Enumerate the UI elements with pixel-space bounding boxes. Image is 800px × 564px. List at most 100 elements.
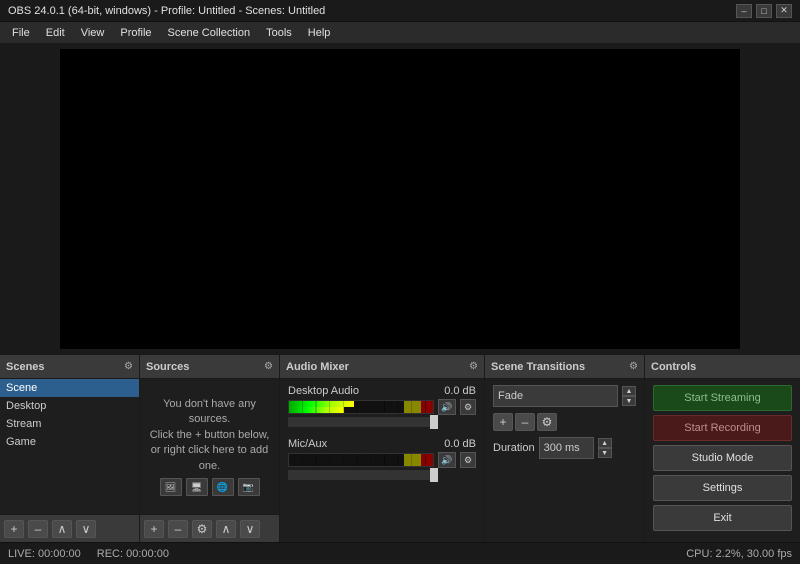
duration-spin-up[interactable]: ▲ bbox=[598, 438, 612, 448]
sources-down-button[interactable]: ∨ bbox=[240, 520, 260, 538]
sources-empty-area[interactable]: You don't have any sources. Click the + … bbox=[140, 379, 279, 514]
start-recording-button[interactable]: Start Recording bbox=[653, 415, 792, 441]
bottom-panels: Scenes ⚙ SceneDesktopStreamGame + – ∧ ∨ … bbox=[0, 354, 800, 564]
duration-spin-down[interactable]: ▼ bbox=[598, 448, 612, 458]
source-browser-icon[interactable]: 🌐 bbox=[212, 478, 234, 496]
audio-channel-mic-header: Mic/Aux 0.0 dB bbox=[288, 438, 476, 450]
live-timer: LIVE: 00:00:00 bbox=[8, 548, 81, 560]
preview-area bbox=[0, 44, 800, 354]
desktop-mute-button[interactable]: 🔊 bbox=[438, 399, 456, 415]
sources-remove-button[interactable]: – bbox=[168, 520, 188, 538]
mic-mute-button[interactable]: 🔊 bbox=[438, 452, 456, 468]
sources-settings-button[interactable]: ⚙ bbox=[192, 520, 212, 538]
menu-item-menu-tools[interactable]: Tools bbox=[258, 25, 300, 41]
source-image-icon[interactable]: 🖼 bbox=[160, 478, 182, 496]
title-text: OBS 24.0.1 (64-bit, windows) - Profile: … bbox=[8, 5, 325, 17]
audio-channel-mic: Mic/Aux 0.0 dB 🔊 bbox=[288, 438, 476, 483]
menu-item-menu-profile[interactable]: Profile bbox=[112, 25, 159, 41]
minimize-button[interactable]: – bbox=[736, 4, 752, 18]
audio-meter-desktop bbox=[288, 400, 434, 414]
window-controls: – □ ✕ bbox=[736, 4, 792, 18]
transition-add-remove-row: + – ⚙ bbox=[493, 413, 636, 431]
sources-panel-header: Sources ⚙ bbox=[140, 355, 279, 379]
audio-channel-mic-db: 0.0 dB bbox=[444, 438, 476, 450]
transition-type-row: Fade ▲ ▼ bbox=[493, 385, 636, 407]
scenes-panel-header: Scenes ⚙ bbox=[0, 355, 139, 379]
scenes-down-button[interactable]: ∨ bbox=[76, 520, 96, 538]
transition-remove-button[interactable]: – bbox=[515, 413, 535, 431]
start-streaming-button[interactable]: Start Streaming bbox=[653, 385, 792, 411]
audio-meter-mic bbox=[288, 453, 434, 467]
sources-panel-icon: ⚙ bbox=[264, 361, 273, 372]
scene-item-game[interactable]: Game bbox=[0, 433, 139, 451]
audio-mixer-content: Desktop Audio 0.0 dB 🔊 bbox=[280, 379, 484, 542]
sources-panel-title: Sources bbox=[146, 361, 189, 373]
exit-button[interactable]: Exit bbox=[653, 505, 792, 531]
audio-mixer-icon: ⚙ bbox=[469, 361, 478, 372]
scene-transitions-header: Scene Transitions ⚙ bbox=[485, 355, 644, 379]
mic-audio-settings-button[interactable]: ⚙ bbox=[460, 452, 476, 468]
scenes-panel-icon: ⚙ bbox=[124, 361, 133, 372]
menu-item-menu-file[interactable]: File bbox=[4, 25, 38, 41]
desktop-audio-volume-slider[interactable] bbox=[288, 417, 438, 427]
settings-button[interactable]: Settings bbox=[653, 475, 792, 501]
audio-channel-desktop-db: 0.0 dB bbox=[444, 385, 476, 397]
sources-add-button[interactable]: + bbox=[144, 520, 164, 538]
scenes-list: SceneDesktopStreamGame bbox=[0, 379, 139, 514]
scenes-controls: + – ∧ ∨ bbox=[0, 514, 139, 542]
close-button[interactable]: ✕ bbox=[776, 4, 792, 18]
transition-type-select[interactable]: Fade bbox=[493, 385, 618, 407]
title-bar: OBS 24.0.1 (64-bit, windows) - Profile: … bbox=[0, 0, 800, 22]
panels-row: Scenes ⚙ SceneDesktopStreamGame + – ∧ ∨ … bbox=[0, 355, 800, 542]
scene-item-desktop[interactable]: Desktop bbox=[0, 397, 139, 415]
scene-transitions-icon: ⚙ bbox=[629, 361, 638, 372]
menu-bar: FileEditViewProfileScene CollectionTools… bbox=[0, 22, 800, 44]
audio-meter-desktop-container: 🔊 ⚙ bbox=[288, 399, 476, 415]
desktop-audio-settings-button[interactable]: ⚙ bbox=[460, 399, 476, 415]
sources-empty-text: You don't have any sources. Click the + … bbox=[150, 398, 270, 472]
maximize-button[interactable]: □ bbox=[756, 4, 772, 18]
duration-label: Duration bbox=[493, 442, 535, 454]
duration-spinners: ▲ ▼ bbox=[598, 438, 612, 458]
controls-panel: Controls Start Streaming Start Recording… bbox=[645, 355, 800, 542]
scene-transitions-panel: Scene Transitions ⚙ Fade ▲ ▼ + bbox=[485, 355, 645, 542]
audio-channel-desktop-header: Desktop Audio 0.0 dB bbox=[288, 385, 476, 397]
scenes-up-button[interactable]: ∧ bbox=[52, 520, 72, 538]
scenes-add-button[interactable]: + bbox=[4, 520, 24, 538]
preview-canvas bbox=[60, 49, 740, 349]
rec-timer: REC: 00:00:00 bbox=[97, 548, 169, 560]
sources-up-button[interactable]: ∧ bbox=[216, 520, 236, 538]
duration-input[interactable] bbox=[539, 437, 594, 459]
menu-item-menu-edit[interactable]: Edit bbox=[38, 25, 73, 41]
controls-panel-title: Controls bbox=[651, 361, 696, 373]
audio-channel-desktop: Desktop Audio 0.0 dB 🔊 bbox=[288, 385, 476, 430]
sources-icon-row: 🖼 🖥 🌐 📷 bbox=[148, 478, 271, 496]
scene-item-stream[interactable]: Stream bbox=[0, 415, 139, 433]
audio-channel-mic-name: Mic/Aux bbox=[288, 438, 327, 450]
studio-mode-button[interactable]: Studio Mode bbox=[653, 445, 792, 471]
transition-spin-up[interactable]: ▲ bbox=[622, 386, 636, 396]
scenes-remove-button[interactable]: – bbox=[28, 520, 48, 538]
menu-item-menu-help[interactable]: Help bbox=[300, 25, 339, 41]
sources-controls: + – ⚙ ∧ ∨ bbox=[140, 514, 279, 542]
source-display-icon[interactable]: 🖥 bbox=[186, 478, 208, 496]
menu-item-menu-scene-collection[interactable]: Scene Collection bbox=[160, 25, 259, 41]
controls-content: Start Streaming Start Recording Studio M… bbox=[645, 379, 800, 542]
transition-settings-button[interactable]: ⚙ bbox=[537, 413, 557, 431]
menu-item-menu-view[interactable]: View bbox=[73, 25, 113, 41]
audio-mixer-header: Audio Mixer ⚙ bbox=[280, 355, 484, 379]
source-camera-icon[interactable]: 📷 bbox=[238, 478, 260, 496]
transition-spinners: ▲ ▼ bbox=[622, 386, 636, 406]
audio-meter-mic-container: 🔊 ⚙ bbox=[288, 452, 476, 468]
audio-mixer-panel: Audio Mixer ⚙ Desktop Audio 0.0 dB bbox=[280, 355, 485, 542]
scene-transitions-title: Scene Transitions bbox=[491, 361, 585, 373]
cpu-fps: CPU: 2.2%, 30.00 fps bbox=[686, 548, 792, 560]
scene-transitions-content: Fade ▲ ▼ + – ⚙ Duration bbox=[485, 379, 644, 542]
scenes-panel: Scenes ⚙ SceneDesktopStreamGame + – ∧ ∨ bbox=[0, 355, 140, 542]
mic-volume-slider[interactable] bbox=[288, 470, 438, 480]
audio-mixer-title: Audio Mixer bbox=[286, 361, 349, 373]
scene-item-scene[interactable]: Scene bbox=[0, 379, 139, 397]
controls-panel-header: Controls bbox=[645, 355, 800, 379]
transition-add-button[interactable]: + bbox=[493, 413, 513, 431]
transition-spin-down[interactable]: ▼ bbox=[622, 396, 636, 406]
